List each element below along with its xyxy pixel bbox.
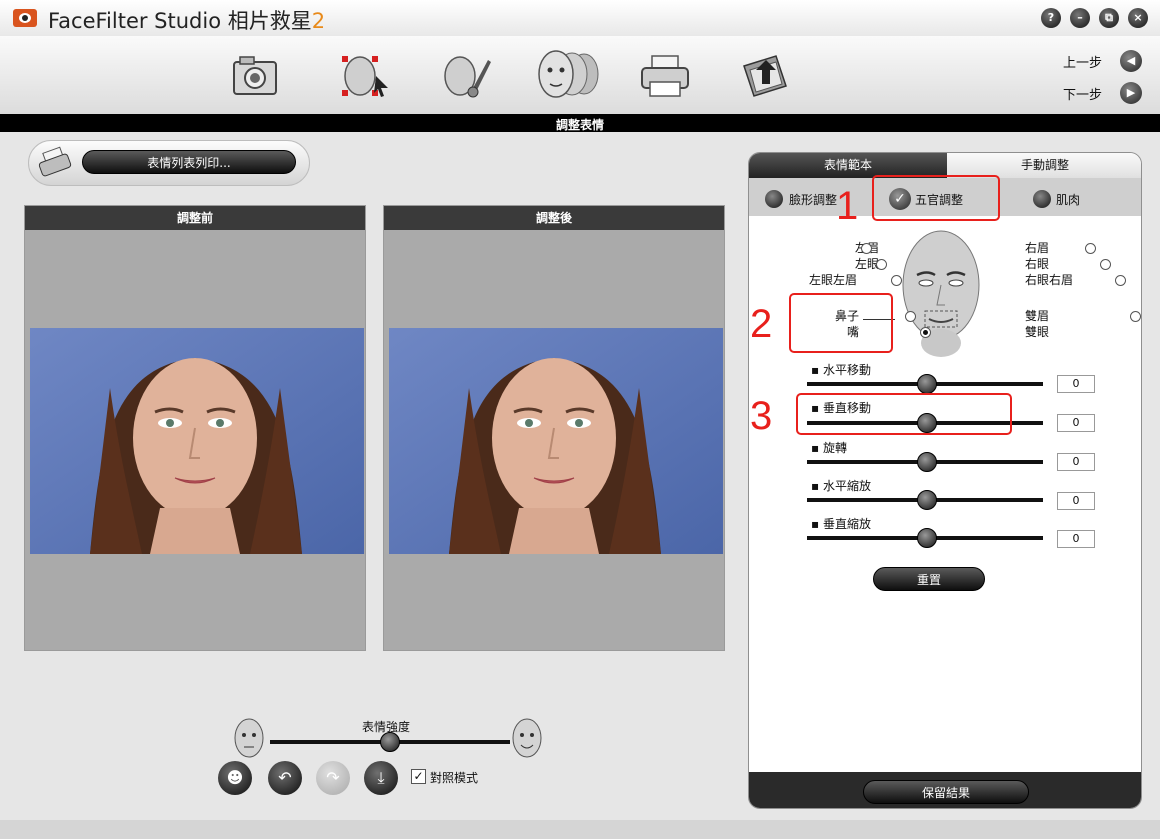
annotation-box-2 <box>789 293 893 353</box>
slider-vertical-scale-label: ▪ 垂直縮放 <box>811 517 871 531</box>
feature-right-eye-eyebrow-label[interactable]: 右眼右眉 <box>1025 271 1073 288</box>
export-folder-icon[interactable] <box>736 46 794 104</box>
slider-horizontal-scale-knob[interactable] <box>917 490 937 510</box>
section-title: 調整表情 <box>555 118 604 132</box>
app-title: FaceFilter Studio 相片救星2 <box>48 5 325 35</box>
slider-vertical-move-value[interactable]: 0 <box>1057 414 1095 432</box>
radio-both-eyebrows[interactable] <box>1129 311 1141 322</box>
adjust-panel: 表情範本 手動調整 臉形調整 ✓ 五官調整 肌肉 左眉 左眼 左眼左眉 鼻子 嘴… <box>748 152 1142 809</box>
neutral-face-icon <box>234 718 264 758</box>
feature-left-eye-eyebrow[interactable]: 左眼左眉 <box>789 271 857 288</box>
face-select-icon[interactable] <box>334 46 392 104</box>
print-list-icon[interactable] <box>38 146 74 178</box>
status-bar <box>0 820 1160 839</box>
reset-button[interactable]: 重置 <box>873 567 985 591</box>
muscle-radio[interactable] <box>1033 190 1051 208</box>
slider-rotate-value[interactable]: 0 <box>1057 453 1095 471</box>
radio-right-eyebrow[interactable] <box>1085 243 1097 254</box>
app-logo-icon <box>13 9 37 27</box>
annotation-box-3 <box>796 393 1012 435</box>
undo-button[interactable]: ↶ <box>268 761 302 795</box>
printer-icon[interactable] <box>636 46 694 104</box>
slider-vertical-scale-text: 垂直縮放 <box>822 517 871 531</box>
radio-right-eye[interactable] <box>1099 259 1111 270</box>
muscle-label[interactable]: 肌肉 <box>1056 191 1080 208</box>
help-button[interactable]: ? <box>1041 8 1061 28</box>
close-button[interactable]: × <box>1128 8 1148 28</box>
feature-right-eyebrow-label[interactable]: 右眉 <box>1025 239 1049 256</box>
slider-horizontal-move-knob[interactable] <box>917 374 937 394</box>
next-step-label[interactable]: 下一步 <box>1063 84 1102 103</box>
slider-horizontal-move-text: 水平移動 <box>822 363 871 377</box>
slider-horizontal-move-label: ▪ 水平移動 <box>811 363 871 377</box>
intensity-slider-knob[interactable] <box>380 732 400 752</box>
annotation-box-1 <box>872 175 1000 221</box>
annotation-number-2: 2 <box>750 302 773 346</box>
after-title: 調整後 <box>384 206 724 230</box>
prev-arrow-icon[interactable]: ◀ <box>1120 50 1142 72</box>
expression-faces-icon[interactable] <box>522 40 604 106</box>
feature-left-eye[interactable]: 左眼 <box>829 255 879 272</box>
annotation-number-1: 1 <box>836 184 859 228</box>
slider-horizontal-scale-value[interactable]: 0 <box>1057 492 1095 510</box>
app-title-text: FaceFilter Studio 相片救星 <box>48 9 312 33</box>
slider-rotate-text: 旋轉 <box>822 441 847 455</box>
feature-both-eyebrows-label[interactable]: 雙眉 <box>1025 307 1049 324</box>
before-photo <box>30 328 364 554</box>
feature-both-eyes-label[interactable]: 雙眼 <box>1025 323 1049 340</box>
slider-vertical-scale-value[interactable]: 0 <box>1057 530 1095 548</box>
slider-rotate-label: ▪ 旋轉 <box>811 441 847 455</box>
slider-rotate-knob[interactable] <box>917 452 937 472</box>
minimize-button[interactable]: – <box>1070 8 1090 28</box>
next-arrow-icon[interactable]: ▶ <box>1120 82 1142 104</box>
slider-horizontal-scale-label: ▪ 水平縮放 <box>811 479 871 493</box>
print-expression-list-button[interactable]: 表情列表列印... <box>82 150 296 174</box>
before-panel: 調整前 <box>24 205 366 651</box>
feature-right-eye-label[interactable]: 右眼 <box>1025 255 1049 272</box>
face-diagram <box>902 230 980 357</box>
save-download-button[interactable]: ⤓ <box>364 761 398 795</box>
radio-right-eye-eyebrow[interactable] <box>1114 275 1126 286</box>
camera-icon[interactable] <box>226 46 284 104</box>
annotation-number-3: 3 <box>750 394 773 438</box>
after-panel: 調整後 <box>383 205 725 651</box>
after-photo <box>389 328 723 554</box>
radio-left-eyebrow[interactable] <box>861 243 872 254</box>
slider-vertical-scale-knob[interactable] <box>917 528 937 548</box>
compare-mode-label[interactable]: 對照模式 <box>430 769 478 786</box>
face-shape-label[interactable]: 臉形調整 <box>789 191 837 208</box>
radio-left-eye[interactable] <box>875 259 887 270</box>
compare-mode-checkbox[interactable]: ✓ <box>411 769 426 784</box>
redo-button[interactable]: ↷ <box>316 761 350 795</box>
before-title: 調整前 <box>25 206 365 230</box>
face-shape-radio[interactable] <box>765 190 783 208</box>
slider-horizontal-move-value[interactable]: 0 <box>1057 375 1095 393</box>
face-rotate-button[interactable]: ☻ <box>218 761 252 795</box>
radio-left-eye-eyebrow[interactable] <box>890 275 902 286</box>
app-title-version: 2 <box>311 9 326 33</box>
keep-result-button[interactable]: 保留結果 <box>863 780 1029 804</box>
face-retouch-icon[interactable] <box>436 46 494 104</box>
expressive-face-icon <box>512 718 542 758</box>
restore-button[interactable]: ⧉ <box>1099 8 1119 28</box>
slider-horizontal-scale-text: 水平縮放 <box>822 479 871 493</box>
prev-step-label[interactable]: 上一步 <box>1063 52 1102 71</box>
feature-left-eye-eyebrow-label: 左眼左眉 <box>808 273 857 287</box>
